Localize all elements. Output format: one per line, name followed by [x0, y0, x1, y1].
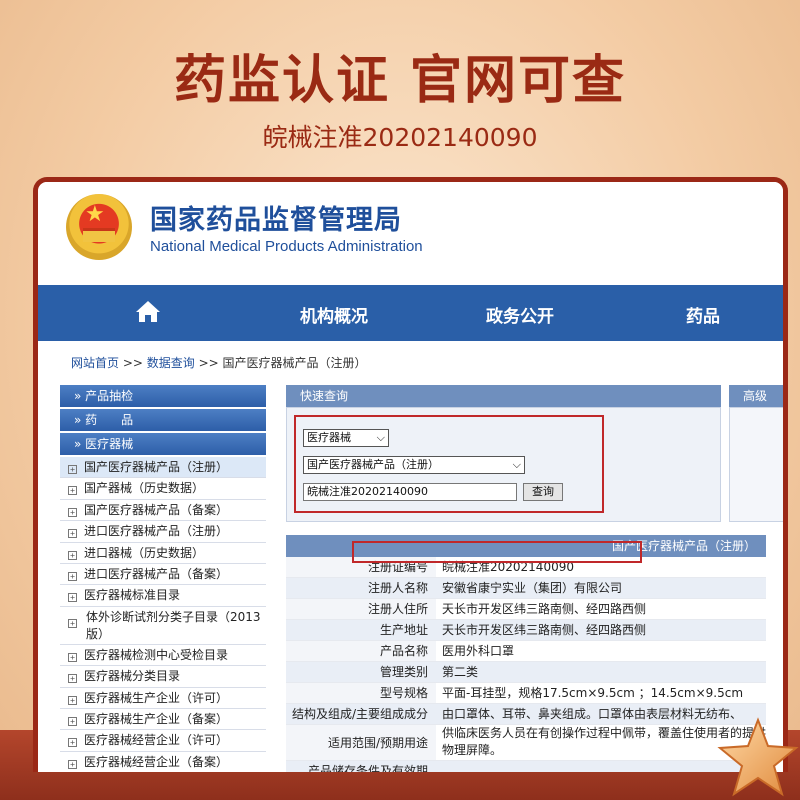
- sidebar-item-standards[interactable]: + 医疗器械标准目录: [60, 585, 266, 607]
- search-highlight-box: [294, 415, 604, 513]
- site-title[interactable]: 国家药品监督管理局: [150, 198, 402, 237]
- sidebar-item-domestic-filed[interactable]: + 国产医疗器械产品（备案）: [60, 499, 266, 522]
- table-row: 产品名称 医用外科口罩: [286, 641, 766, 662]
- national-emblem-icon: ★: [66, 194, 132, 260]
- row-key: 产品储存条件及有效期: [286, 761, 436, 772]
- sidebar-item-label: 国产医疗器械产品（备案）: [84, 502, 229, 517]
- breadcrumb: 网站首页 >> 数据查询 >> 国产医疗器械产品（注册）: [71, 354, 367, 371]
- row-value: 天长市开发区纬三路南侧、经四路西侧: [442, 602, 647, 616]
- row-key: 产品名称: [286, 641, 436, 661]
- sidebar-item-label: 体外诊断试剂分类子目录（2013版）: [86, 609, 261, 641]
- expand-icon: +: [68, 674, 77, 684]
- nav-item-gov-affairs[interactable]: 政务公开: [486, 302, 554, 327]
- row-value: 第二类: [436, 662, 766, 682]
- sidebar-item-ivd-catalog[interactable]: + 体外诊断试剂分类子目录（2013版）: [60, 606, 266, 645]
- promo-subline: 皖械注准20202140090: [262, 123, 538, 152]
- row-value: 医用外科口罩: [442, 644, 515, 658]
- sidebar-item-label: 医疗器械生产企业（许可）: [84, 690, 229, 705]
- main-nav: 机构概况 政务公开 药品: [38, 285, 783, 341]
- breadcrumb-data-query[interactable]: 数据查询: [147, 356, 195, 370]
- table-row: 注册人住所 天长市开发区纬三路南侧、经四路西侧: [286, 599, 766, 620]
- table-row: 注册人名称 安徽省康宁实业（集团）有限公司: [286, 578, 766, 599]
- expand-icon: +: [68, 529, 77, 539]
- sidebar-head-drugs[interactable]: » 药 品: [60, 409, 266, 431]
- row-value: 平面-耳挂型，规格17.5cm×9.5cm ；14.5cm×9.5cm: [442, 686, 744, 700]
- expand-icon: +: [68, 618, 77, 628]
- sidebar-item-label: 国产医疗器械产品（注册）: [84, 460, 229, 474]
- registration-highlight-box: [352, 541, 642, 563]
- nav-item-drugs[interactable]: 药品: [686, 302, 720, 327]
- sidebar-item-label: 医疗器械经营企业（许可）: [84, 733, 229, 748]
- sidebar-item-label: 医疗器械生产企业（备案）: [84, 711, 229, 726]
- row-value: 天长市开发区纬三路南侧、经四路西侧: [436, 620, 766, 640]
- row-key: 管理类别: [286, 662, 436, 682]
- expand-icon: +: [68, 759, 77, 769]
- advanced-query-panel: [729, 407, 783, 522]
- nav-item-about[interactable]: 机构概况: [300, 302, 368, 327]
- site-subtitle: National Medical Products Administration: [150, 238, 423, 255]
- sidebar-item-label: 进口器械（历史数据）: [84, 545, 205, 560]
- row-key: 结构及组成/主要组成成分: [286, 704, 436, 724]
- sidebar-item-label: 医疗器械标准目录: [84, 588, 181, 603]
- browser-frame: ★ 国家药品监督管理局 National Medical Products Ad…: [33, 177, 788, 772]
- sidebar-item-producer-license[interactable]: + 医疗器械生产企业（许可）: [60, 687, 266, 709]
- expand-icon: +: [68, 486, 77, 496]
- row-key: 注册人名称: [286, 578, 436, 598]
- sidebar-head-devices[interactable]: » 医疗器械: [60, 433, 266, 455]
- table-row: 生产地址 天长市开发区纬三路南侧、经四路西侧: [286, 620, 766, 641]
- sidebar-item-import-filed[interactable]: + 进口医疗器械产品（备案）: [60, 563, 266, 586]
- star-decoration-icon: [717, 717, 799, 797]
- table-row: 管理类别 第二类: [286, 662, 766, 683]
- sidebar-item-producer-filed[interactable]: + 医疗器械生产企业（备案）: [60, 708, 266, 731]
- sidebar-item-label: 医疗器械经营企业（备案）: [84, 754, 229, 769]
- sidebar-item-domestic-history[interactable]: + 国产器械（历史数据）: [60, 478, 266, 500]
- table-row: 适用范围/预期用途 供临床医务人员在有创操作过程中佩带，覆盖住使用者的提供物理屏障…: [286, 725, 766, 761]
- sidebar-item-label: 进口医疗器械产品（备案）: [84, 566, 229, 581]
- sidebar-item-test-center[interactable]: + 医疗器械检测中心受检目录: [60, 644, 266, 667]
- breadcrumb-separator: >>: [119, 356, 147, 370]
- breadcrumb-current: 国产医疗器械产品（注册）: [222, 356, 367, 370]
- quick-query-title: 快速查询: [286, 385, 721, 407]
- main-content: 快速查询 医疗器械 ⌵ 国产医疗器械产品（注册） ⌵ 皖械注准202021400…: [286, 385, 783, 772]
- result-table: 注册证编号 皖械注准20202140090 注册人名称 安徽省康宁实业（集团）有限公…: [286, 557, 766, 772]
- breadcrumb-home[interactable]: 网站首页: [71, 356, 119, 370]
- expand-icon: +: [68, 716, 77, 726]
- advanced-query-title[interactable]: 高级: [729, 385, 783, 407]
- row-key: 型号规格: [286, 683, 436, 703]
- expand-icon: +: [68, 550, 77, 560]
- expand-icon: +: [68, 507, 77, 517]
- table-row: 结构及组成/主要组成成分 由口罩体、耳带、鼻夹组成。口罩体由表层材料无纺布、: [286, 704, 766, 725]
- breadcrumb-separator: >>: [194, 356, 223, 370]
- row-key: 适用范围/预期用途: [286, 725, 436, 760]
- expand-icon: +: [68, 695, 77, 705]
- sidebar-item-label: 医疗器械分类目录: [84, 669, 181, 684]
- sidebar-item-dealer-license[interactable]: + 医疗器械经营企业（许可）: [60, 730, 266, 752]
- expand-icon: +: [68, 465, 77, 474]
- promo-headline: 药监认证 官网可查: [173, 50, 627, 111]
- row-value: 安徽省康宁实业（集团）有限公司: [436, 578, 766, 598]
- sidebar-item-import-history[interactable]: + 进口器械（历史数据）: [60, 542, 266, 564]
- row-key: 生产地址: [286, 620, 436, 640]
- row-key: 注册人住所: [286, 599, 436, 619]
- expand-icon: +: [68, 738, 77, 748]
- expand-icon: +: [68, 593, 77, 603]
- site-header: ★ 国家药品监督管理局 National Medical Products Ad…: [38, 182, 783, 285]
- sidebar-item-classification[interactable]: + 医疗器械分类目录: [60, 666, 266, 688]
- sidebar-head-sampling[interactable]: » 产品抽检: [60, 385, 266, 407]
- table-row: 型号规格 平面-耳挂型，规格17.5cm×9.5cm ；14.5cm×9.5cm: [286, 683, 766, 704]
- expand-icon: +: [68, 571, 77, 581]
- sidebar: » 产品抽检 » 药 品 » 医疗器械 + 国产医疗器械产品（注册） + 国产器械（…: [60, 385, 266, 772]
- expand-icon: +: [68, 652, 77, 662]
- table-row: 产品储存条件及有效期: [286, 761, 766, 772]
- sidebar-item-import-registered[interactable]: + 进口医疗器械产品（注册）: [60, 521, 266, 543]
- home-icon[interactable]: [128, 299, 168, 327]
- sidebar-item-label: 进口医疗器械产品（注册）: [84, 524, 229, 539]
- sidebar-item-dealer-filed[interactable]: + 医疗器械经营企业（备案）: [60, 751, 266, 772]
- sidebar-item-label: 医疗器械检测中心受检目录: [84, 647, 229, 662]
- sidebar-item-label: 国产器械（历史数据）: [84, 481, 205, 496]
- sidebar-item-domestic-registered[interactable]: + 国产医疗器械产品（注册）: [60, 457, 266, 479]
